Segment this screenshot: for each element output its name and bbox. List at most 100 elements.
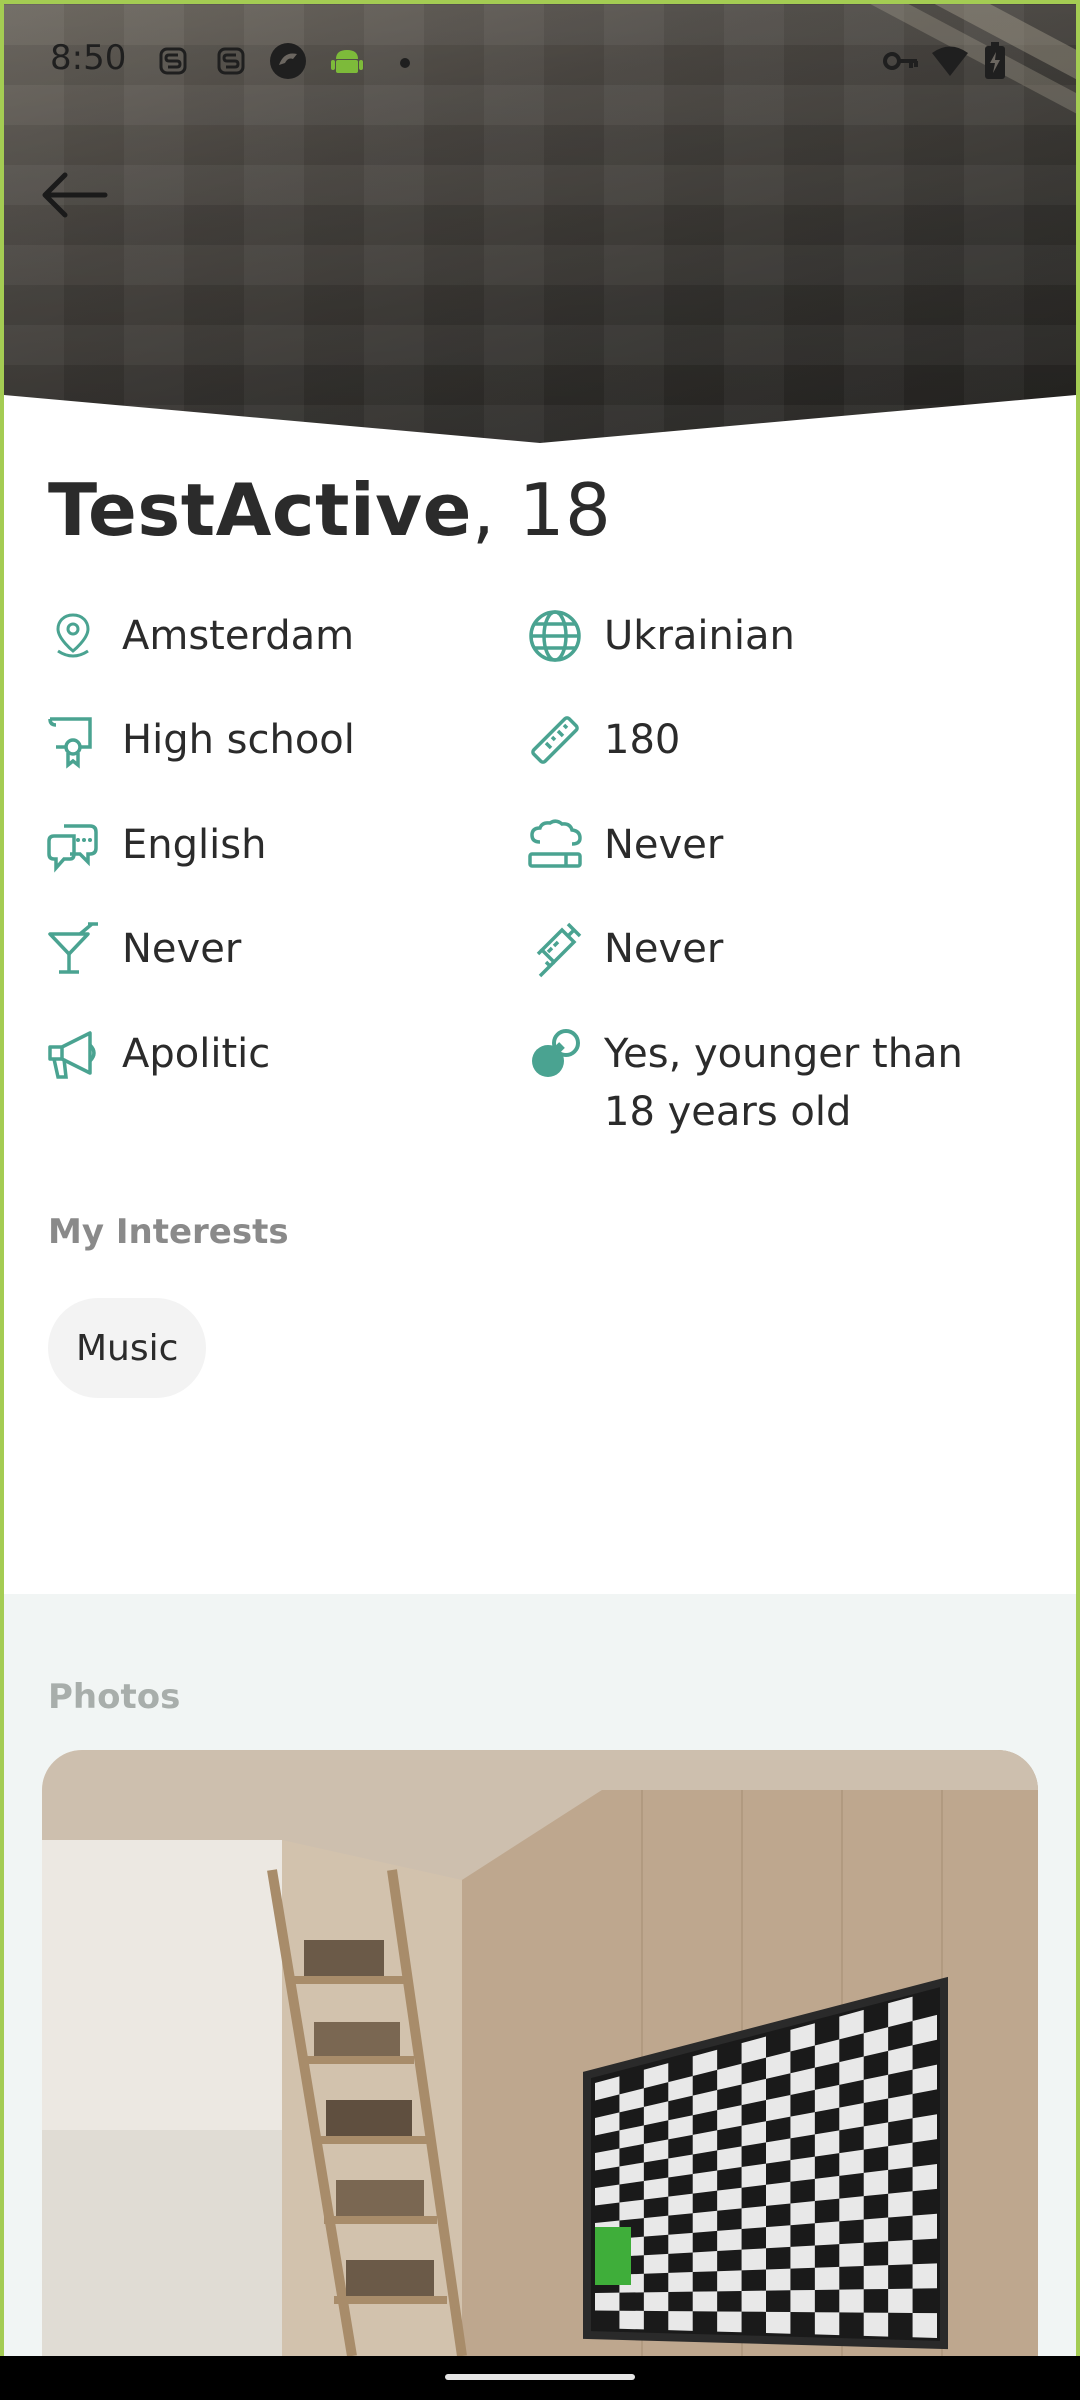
checker-square bbox=[912, 2164, 937, 2192]
checker-square bbox=[790, 2245, 815, 2269]
photos-label: Photos bbox=[48, 1677, 181, 1717]
children-text: Yes, younger than 18 years old bbox=[604, 1031, 963, 1135]
globe-icon bbox=[529, 610, 581, 662]
info-smoking: Never bbox=[526, 816, 723, 874]
checker-square bbox=[814, 2175, 840, 2202]
checker-square bbox=[717, 2187, 742, 2211]
checker-square bbox=[888, 2093, 913, 2123]
checker-square bbox=[668, 2193, 693, 2216]
checker-square bbox=[814, 2130, 840, 2157]
checker-square bbox=[888, 2142, 913, 2170]
checker-square bbox=[888, 2239, 913, 2266]
checker-square bbox=[766, 2138, 791, 2164]
profile-age: , 18 bbox=[471, 468, 612, 552]
back-button[interactable] bbox=[36, 160, 112, 230]
checker-square bbox=[912, 2213, 937, 2240]
checker-square bbox=[741, 2205, 766, 2230]
checker-square bbox=[814, 2312, 840, 2336]
notification-dot bbox=[400, 58, 410, 68]
checker-square bbox=[839, 2103, 864, 2131]
info-city: Amsterdam bbox=[44, 607, 354, 665]
checker-square bbox=[912, 2312, 937, 2338]
checker-square bbox=[814, 2221, 840, 2246]
checker-square bbox=[692, 2291, 718, 2312]
checker-square bbox=[863, 2217, 889, 2243]
drinking-text: Never bbox=[122, 926, 242, 972]
drugs-text: Never bbox=[604, 926, 724, 972]
city-text: Amsterdam bbox=[122, 613, 355, 659]
checker-square bbox=[863, 2169, 889, 2197]
checker-square bbox=[668, 2272, 693, 2292]
status-time: 8:50 bbox=[50, 38, 127, 78]
profile-name-text: TestActive bbox=[48, 468, 472, 552]
info-education: High school bbox=[44, 711, 355, 769]
checker-square bbox=[717, 2146, 742, 2171]
checker-square bbox=[766, 2268, 791, 2291]
info-language: English bbox=[44, 816, 266, 874]
checker-square bbox=[717, 2229, 742, 2252]
language-text: English bbox=[122, 822, 267, 868]
checker-square bbox=[643, 2177, 669, 2200]
checker-square bbox=[863, 2122, 889, 2150]
checker-square bbox=[619, 2310, 644, 2330]
status-bar: 8:50 bbox=[0, 0, 1080, 128]
checker-square bbox=[595, 2292, 620, 2311]
info-drugs: Never bbox=[526, 920, 723, 978]
checker-square bbox=[863, 2312, 889, 2337]
pacifier-icon bbox=[532, 1029, 580, 1077]
checker-square bbox=[619, 2199, 644, 2221]
info-drinking: Never bbox=[44, 920, 241, 978]
info-nationality: Ukrainian bbox=[526, 607, 795, 665]
sync-app-icon bbox=[270, 43, 306, 79]
chat-bubbles-icon bbox=[47, 824, 98, 873]
diploma-icon bbox=[48, 717, 92, 769]
checker-square bbox=[668, 2232, 693, 2254]
cocktail-glass-icon bbox=[48, 922, 98, 974]
checker-square bbox=[643, 2291, 669, 2312]
checker-square bbox=[888, 2288, 913, 2313]
profile-photo[interactable] bbox=[42, 1750, 1038, 2356]
height-text: 180 bbox=[604, 717, 681, 763]
location-pin-icon bbox=[56, 613, 90, 658]
checker-square bbox=[766, 2181, 791, 2206]
interests-label: My Interests bbox=[48, 1212, 289, 1252]
megaphone-icon bbox=[48, 1031, 96, 1079]
checker-square bbox=[790, 2201, 815, 2226]
checker-square bbox=[814, 2266, 840, 2290]
checker-square bbox=[668, 2154, 693, 2178]
checker-square bbox=[839, 2289, 864, 2313]
checker-square bbox=[790, 2289, 815, 2313]
checker-square bbox=[717, 2311, 742, 2333]
photo-room-scene bbox=[42, 1750, 1038, 2356]
checker-square bbox=[888, 2191, 913, 2218]
cigarette-icon bbox=[528, 819, 582, 868]
syringe-icon bbox=[536, 922, 582, 978]
info-politics: Apolitic bbox=[44, 1025, 270, 1083]
checker-square bbox=[839, 2242, 864, 2267]
s-app-icon-2 bbox=[217, 47, 245, 75]
vpn-key-icon bbox=[883, 52, 918, 70]
checker-square bbox=[912, 2064, 937, 2094]
checker-square bbox=[741, 2290, 766, 2312]
checker-square bbox=[766, 2225, 791, 2249]
checker-square bbox=[839, 2196, 864, 2222]
checker-square bbox=[790, 2112, 815, 2139]
info-height: 180 bbox=[526, 711, 680, 769]
info-children: Yes, younger than 18 years old bbox=[526, 1025, 1024, 1141]
education-text: High school bbox=[122, 717, 355, 763]
checker-square bbox=[839, 2149, 864, 2176]
interest-chip-music[interactable]: Music bbox=[48, 1298, 207, 1398]
battery-icon bbox=[985, 42, 1005, 79]
checker-square bbox=[643, 2215, 669, 2237]
checker-square bbox=[790, 2156, 815, 2182]
ruler-icon bbox=[531, 716, 579, 764]
checker-square bbox=[912, 2263, 937, 2289]
arrow-left-icon bbox=[42, 172, 108, 218]
nationality-text: Ukrainian bbox=[604, 613, 795, 659]
checker-square bbox=[863, 2265, 889, 2290]
profile-name: TestActive, 18 bbox=[48, 468, 611, 552]
android-icon bbox=[331, 50, 363, 73]
checker-square bbox=[692, 2251, 718, 2273]
home-gesture-handle[interactable] bbox=[445, 2374, 635, 2380]
checker-square bbox=[912, 2114, 937, 2143]
